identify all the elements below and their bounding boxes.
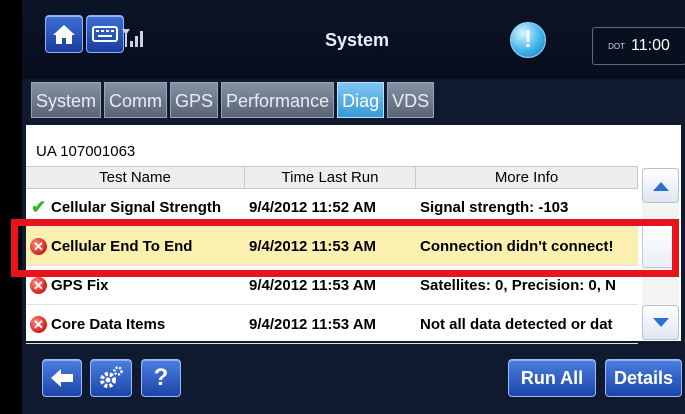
table-row[interactable]: ✕ Core Data Items 9/4/2012 11:53 AM Not a…	[26, 305, 638, 344]
back-button[interactable]	[42, 359, 82, 397]
column-header-test-name: Test Name	[26, 167, 245, 188]
scroll-up-button[interactable]	[642, 168, 679, 203]
tab-bar: System Comm GPS Performance Diag VDS	[31, 82, 435, 118]
column-header-more-info: More Info	[416, 167, 638, 188]
chevron-up-icon	[652, 181, 669, 191]
tab-gps[interactable]: GPS	[170, 82, 219, 118]
alert-icon[interactable]: !	[510, 22, 546, 58]
tab-comm[interactable]: Comm	[104, 82, 168, 118]
more-info: Signal strength: -103	[420, 198, 569, 216]
app-frame: System ! DOT 11:00 System Comm GPS Perfo…	[22, 0, 685, 414]
column-header-time-last-run: Time Last Run	[245, 167, 416, 188]
tab-vds[interactable]: VDS	[387, 82, 435, 118]
settings-button[interactable]	[90, 359, 132, 397]
selection-highlight	[11, 219, 679, 277]
chevron-down-icon	[652, 317, 669, 327]
arrow-left-icon	[51, 369, 73, 387]
keyboard-icon	[92, 26, 118, 42]
more-info: Satellites: 0, Precision: 0, N	[420, 276, 616, 294]
tab-diag[interactable]: Diag	[337, 82, 385, 118]
time-last-run: 9/4/2012 11:53 AM	[249, 315, 377, 333]
details-button[interactable]: Details	[605, 359, 682, 397]
tab-system[interactable]: System	[31, 82, 102, 118]
gear-icon	[100, 366, 123, 388]
test-name: Core Data Items	[51, 315, 166, 333]
home-icon	[53, 25, 75, 44]
signal-icon	[122, 29, 143, 47]
clock-time: 11:00	[631, 37, 670, 54]
help-button[interactable]: ?	[141, 359, 181, 397]
run-all-button[interactable]: Run All	[508, 359, 596, 397]
tab-performance[interactable]: Performance	[221, 82, 335, 118]
keyboard-button[interactable]	[86, 15, 124, 53]
clock: DOT 11:00	[592, 27, 685, 65]
device-id: UA 107001063	[36, 143, 136, 160]
scroll-down-button[interactable]	[642, 305, 679, 340]
fail-x-icon: ✕	[30, 315, 47, 333]
pass-check-icon: ✔	[30, 196, 47, 217]
home-button[interactable]	[45, 15, 83, 53]
more-info: Not all data detected or dat	[420, 315, 613, 333]
page-title: System	[324, 30, 390, 50]
test-name: Cellular Signal Strength	[51, 198, 222, 216]
top-bar: System ! DOT 11:00	[22, 0, 685, 79]
fail-x-icon: ✕	[30, 276, 47, 294]
dot-label: DOT	[608, 41, 626, 51]
table-header: Test Name Time Last Run More Info	[26, 166, 638, 189]
time-last-run: 9/4/2012 11:53 AM	[249, 276, 377, 294]
time-last-run: 9/4/2012 11:52 AM	[249, 198, 377, 216]
test-name: GPS Fix	[51, 276, 109, 294]
